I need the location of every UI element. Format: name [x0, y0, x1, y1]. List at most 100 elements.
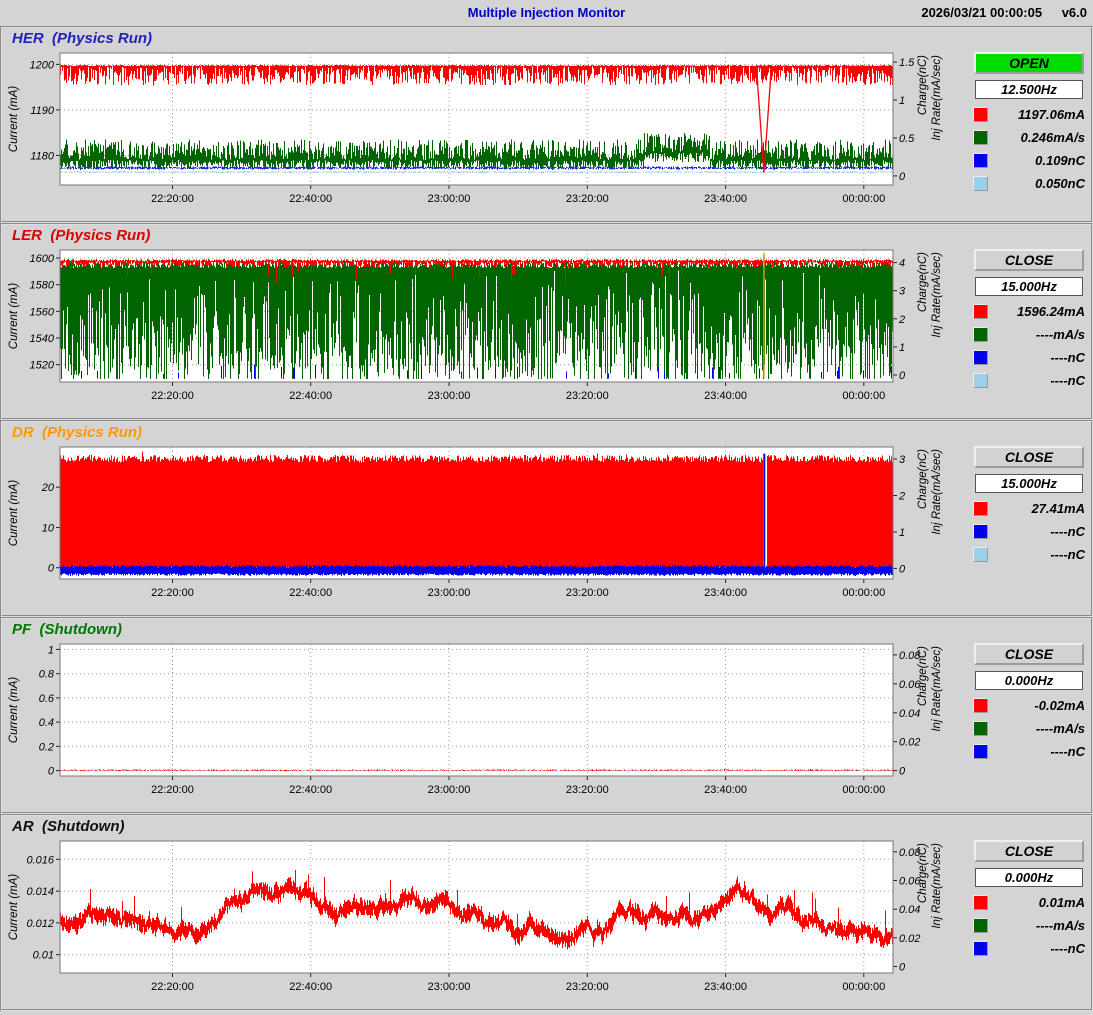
svg-text:22:40:00: 22:40:00 [289, 193, 332, 205]
status-ler: CLOSE 15.000Hz 1596.24mA ----mA/s ----nC… [967, 245, 1091, 413]
svg-text:1600: 1600 [30, 253, 55, 265]
svg-text:0: 0 [899, 962, 906, 974]
injection-monitor-window: Multiple Injection Monitor 2026/03/21 00… [0, 0, 1093, 1011]
svg-text:23:00:00: 23:00:00 [428, 390, 471, 402]
chart-ler: 22:20:0022:40:0023:00:0023:20:0023:40:00… [4, 245, 967, 413]
svg-text:1560: 1560 [30, 306, 55, 318]
svg-text:0.02: 0.02 [899, 737, 920, 749]
legend-row: ----nC [973, 547, 1085, 562]
shutter-button-ler[interactable]: CLOSE [974, 249, 1084, 271]
svg-text:4: 4 [899, 258, 905, 270]
legend-swatch-current [973, 304, 988, 319]
svg-text:Charge(nC): Charge(nC) [917, 646, 929, 706]
svg-text:1: 1 [899, 342, 905, 354]
panel-title-ler: LER (Physics Run) [12, 227, 150, 244]
svg-text:1180: 1180 [30, 150, 55, 162]
legend-swatch-current [973, 698, 988, 713]
injection-rate-ler: 15.000Hz [975, 277, 1083, 296]
legend-value-inj-rate: ----mA/s [988, 327, 1085, 342]
legend-value-charge: ----nC [988, 524, 1085, 539]
panel-title-pf: PF (Shutdown) [12, 621, 122, 638]
legend-row: ----mA/s [973, 918, 1085, 933]
svg-text:2: 2 [898, 314, 905, 326]
legend-swatch-inj-rate [973, 130, 988, 145]
legend-value-charge-2: ----nC [988, 547, 1085, 562]
panel-her: HER (Physics Run) 22:20:0022:40:0023:00:… [0, 26, 1093, 223]
legend-row: 1197.06mA [973, 107, 1085, 122]
legend-row: 0.050nC [973, 176, 1085, 191]
panel-ler: LER (Physics Run) 22:20:0022:40:0023:00:… [0, 223, 1093, 420]
legend-row: ----nC [973, 350, 1085, 365]
shutter-button-pf[interactable]: CLOSE [974, 643, 1084, 665]
injection-rate-dr: 15.000Hz [975, 474, 1083, 493]
legend-value-inj-rate: ----mA/s [988, 721, 1085, 736]
svg-text:1190: 1190 [30, 105, 55, 117]
legend-row: ----nC [973, 941, 1085, 956]
legend-swatch-current [973, 895, 988, 910]
svg-text:0.5: 0.5 [899, 133, 915, 145]
legend-value-charge-2: ----nC [988, 373, 1085, 388]
svg-text:23:00:00: 23:00:00 [428, 981, 471, 993]
shutter-button-ar[interactable]: CLOSE [974, 840, 1084, 862]
legend-row: 1596.24mA [973, 304, 1085, 319]
status-pf: CLOSE 0.000Hz -0.02mA ----mA/s ----nC [967, 639, 1091, 807]
svg-text:23:20:00: 23:20:00 [566, 784, 609, 796]
svg-text:Current (mA): Current (mA) [8, 283, 20, 350]
svg-text:1540: 1540 [30, 333, 55, 345]
legend-swatch-charge-2 [973, 176, 988, 191]
svg-text:0: 0 [899, 766, 906, 778]
legend-swatch-charge [973, 524, 988, 539]
svg-text:1520: 1520 [30, 360, 55, 372]
svg-text:0.6: 0.6 [39, 693, 55, 705]
svg-text:22:20:00: 22:20:00 [151, 587, 194, 599]
legend-value-charge: ----nC [988, 350, 1085, 365]
legend-row: 0.109nC [973, 153, 1085, 168]
svg-text:00:00:00: 00:00:00 [842, 587, 885, 599]
shutter-button-her[interactable]: OPEN [974, 52, 1084, 74]
legend-row: ----nC [973, 373, 1085, 388]
legend-row: -0.02mA [973, 698, 1085, 713]
title-bar: Multiple Injection Monitor 2026/03/21 00… [0, 0, 1093, 26]
svg-text:22:20:00: 22:20:00 [151, 981, 194, 993]
version: v6.0 [1062, 5, 1087, 20]
status-her: OPEN 12.500Hz 1197.06mA 0.246mA/s 0.109n… [967, 48, 1091, 216]
svg-text:0.8: 0.8 [39, 669, 55, 681]
panel-title-her: HER (Physics Run) [12, 30, 152, 47]
svg-text:23:40:00: 23:40:00 [704, 193, 747, 205]
svg-text:Charge(nC): Charge(nC) [917, 55, 929, 115]
svg-text:1: 1 [899, 527, 905, 539]
svg-text:22:40:00: 22:40:00 [289, 390, 332, 402]
legend-swatch-inj-rate [973, 918, 988, 933]
svg-text:22:40:00: 22:40:00 [289, 981, 332, 993]
legend-swatch-inj-rate [973, 327, 988, 342]
svg-text:00:00:00: 00:00:00 [842, 981, 885, 993]
panel-pf: PF (Shutdown) 22:20:0022:40:0023:00:0023… [0, 617, 1093, 814]
svg-text:23:00:00: 23:00:00 [428, 784, 471, 796]
svg-text:1200: 1200 [30, 59, 55, 71]
chart-her: 22:20:0022:40:0023:00:0023:20:0023:40:00… [4, 48, 967, 216]
svg-text:22:20:00: 22:20:00 [151, 193, 194, 205]
svg-text:Current (mA): Current (mA) [8, 480, 20, 547]
svg-text:0: 0 [48, 766, 55, 778]
legend-value-charge: ----nC [988, 744, 1085, 759]
svg-text:3: 3 [899, 286, 906, 298]
legend-value-charge: 0.109nC [988, 153, 1085, 168]
legend-value-charge: ----nC [988, 941, 1085, 956]
shutter-button-dr[interactable]: CLOSE [974, 446, 1084, 468]
svg-text:0.014: 0.014 [26, 886, 54, 898]
legend-row: ----mA/s [973, 721, 1085, 736]
chart-ar: 22:20:0022:40:0023:00:0023:20:0023:40:00… [4, 836, 967, 1004]
svg-text:Charge(nC): Charge(nC) [917, 252, 929, 312]
legend-value-current: -0.02mA [988, 698, 1085, 713]
legend-value-current: 1596.24mA [988, 304, 1085, 319]
legend-swatch-charge [973, 350, 988, 365]
svg-text:Charge(nC): Charge(nC) [917, 843, 929, 903]
injection-rate-pf: 0.000Hz [975, 671, 1083, 690]
svg-text:Inj Rate(mA/sec): Inj Rate(mA/sec) [931, 252, 943, 338]
svg-text:0.04: 0.04 [899, 708, 920, 720]
svg-text:0: 0 [899, 171, 906, 183]
svg-text:Current (mA): Current (mA) [8, 86, 20, 153]
panel-title-ar: AR (Shutdown) [12, 818, 124, 835]
svg-text:0.016: 0.016 [26, 854, 54, 866]
svg-text:23:20:00: 23:20:00 [566, 390, 609, 402]
